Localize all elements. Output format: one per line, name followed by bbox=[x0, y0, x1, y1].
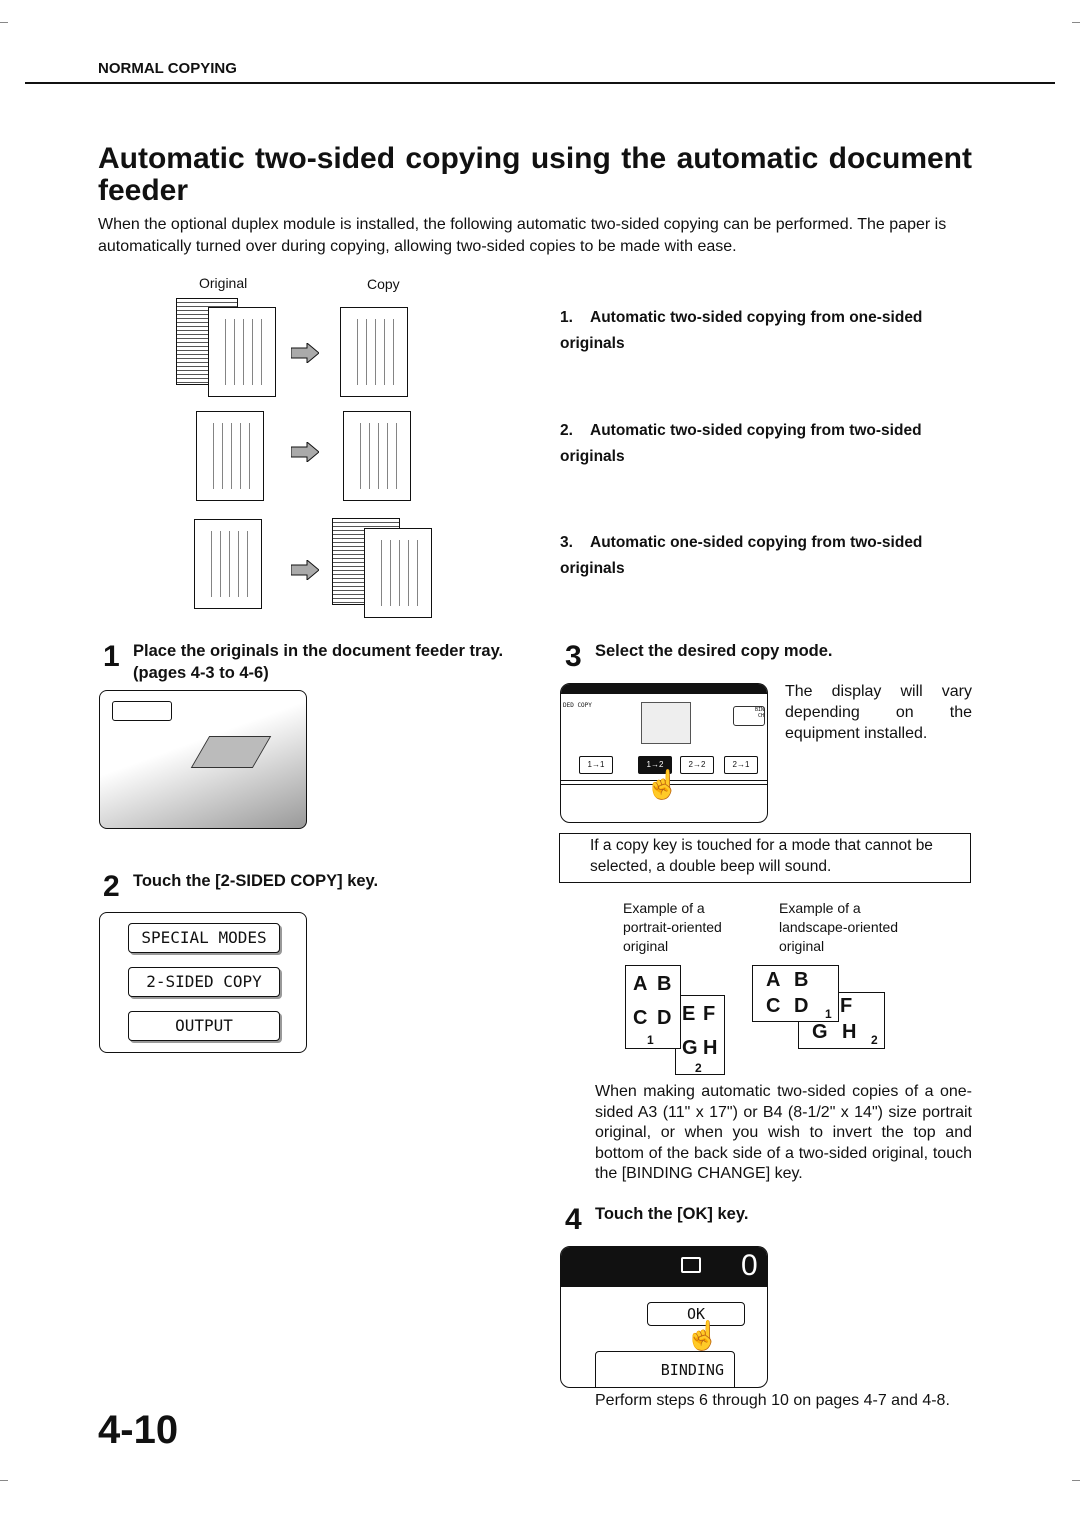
originals-stack bbox=[190, 736, 272, 768]
copy-count: 0 bbox=[741, 1249, 758, 1282]
letter: E bbox=[682, 1003, 696, 1025]
people-page-icon bbox=[194, 519, 262, 609]
header-rule bbox=[25, 82, 1055, 84]
two-sided-copy-key[interactable]: 2-SIDED COPY bbox=[128, 967, 280, 997]
side-number: 1 bbox=[825, 1007, 832, 1021]
letter: H bbox=[703, 1037, 718, 1059]
copy-label: Copy bbox=[367, 276, 400, 292]
crop-mark bbox=[0, 1480, 8, 1481]
step-title: Place the originals in the document feed… bbox=[133, 642, 504, 682]
binding-change-key[interactable]: BINDING bbox=[595, 1351, 735, 1387]
output-key[interactable]: OUTPUT bbox=[128, 1011, 280, 1041]
letter: G bbox=[682, 1037, 698, 1059]
section-header: NORMAL COPYING bbox=[98, 60, 237, 77]
letter: A bbox=[766, 969, 781, 991]
display-note: The display will vary depending on the e… bbox=[785, 683, 972, 742]
arrow-right-icon bbox=[291, 343, 319, 363]
arrow-right-icon bbox=[291, 442, 319, 462]
page-title: Automatic two-sided copying using the au… bbox=[98, 142, 972, 207]
binding-description: When making automatic two-sided copies o… bbox=[595, 1083, 972, 1182]
crop-mark bbox=[1072, 1480, 1080, 1481]
letter: F bbox=[840, 995, 853, 1017]
mode-key-1-1[interactable]: 1→1 bbox=[579, 756, 613, 774]
people-page-icon bbox=[364, 528, 432, 618]
mode-item-1: 1. Automatic two-sided copying from one-s… bbox=[560, 309, 923, 352]
document-feeder-illustration bbox=[99, 690, 307, 829]
step-number: 1 bbox=[103, 640, 120, 673]
step-title: Touch the [OK] key. bbox=[595, 1205, 749, 1223]
step-number: 3 bbox=[565, 640, 582, 673]
step-title: Select the desired copy mode. bbox=[595, 642, 833, 660]
screen-title: DED COPY bbox=[563, 702, 592, 709]
letter: C bbox=[633, 1007, 648, 1029]
screen-header-bar bbox=[561, 1247, 767, 1287]
beep-note: If a copy key is touched for a mode that… bbox=[559, 833, 971, 883]
final-instruction: Perform steps 6 through 10 on pages 4-7 … bbox=[595, 1392, 950, 1409]
pointing-hand-icon: ☝ bbox=[685, 1320, 720, 1351]
side-number: 2 bbox=[695, 1061, 702, 1075]
binding-change-key[interactable]: BIN CH bbox=[733, 706, 765, 726]
letter: D bbox=[794, 995, 809, 1017]
letter: H bbox=[842, 1021, 857, 1043]
side-number: 2 bbox=[871, 1033, 878, 1047]
portrait-example: A B C D E F G H 1 2 bbox=[625, 965, 725, 1080]
landscape-example-label: Example of a landscape-oriented original bbox=[779, 900, 899, 954]
key-panel: SPECIAL MODES 2-SIDED COPY OUTPUT bbox=[99, 912, 307, 1053]
letter: C bbox=[766, 995, 781, 1017]
copy-mode-screen: DED COPY BIN CH 1→1 1→2 2→2 2→1 ☝ bbox=[560, 683, 768, 823]
people-page-icon bbox=[196, 411, 264, 501]
letter: B bbox=[657, 973, 672, 995]
portrait-example-label: Example of a portrait-oriented original bbox=[623, 900, 722, 954]
letter: G bbox=[812, 1021, 828, 1043]
duplex-copy-icon bbox=[340, 307, 408, 397]
intro-text: When the optional duplex module is insta… bbox=[98, 216, 947, 255]
original-label: Original bbox=[199, 275, 248, 291]
special-modes-key[interactable]: SPECIAL MODES bbox=[128, 923, 280, 953]
landscape-example: A B C D F G H 1 2 bbox=[752, 965, 887, 1050]
screen-header-bar bbox=[561, 684, 767, 694]
mode-item-2: 2. Automatic two-sided copying from two-s… bbox=[560, 422, 922, 465]
letter: B bbox=[794, 969, 809, 991]
pointing-hand-icon: ☝ bbox=[645, 769, 680, 800]
manual-page: NORMAL COPYING Automatic two-sided copyi… bbox=[0, 0, 1080, 1521]
arrow-right-icon bbox=[291, 560, 319, 580]
mode-key-2-1[interactable]: 2→1 bbox=[724, 756, 758, 774]
people-page-icon bbox=[208, 307, 276, 397]
mode-key-2-2[interactable]: 2→2 bbox=[680, 756, 714, 774]
crop-mark bbox=[1072, 22, 1080, 23]
letter: A bbox=[633, 973, 648, 995]
duplex-copy-icon bbox=[343, 411, 411, 501]
letter: D bbox=[657, 1007, 672, 1029]
side-number: 1 bbox=[647, 1033, 654, 1047]
letter: F bbox=[703, 1003, 716, 1025]
step-number: 4 bbox=[565, 1203, 582, 1236]
step-number: 2 bbox=[103, 870, 120, 903]
crop-mark bbox=[0, 22, 8, 23]
feeder-guide bbox=[112, 701, 172, 721]
copy-icon bbox=[681, 1257, 701, 1273]
step-title: Touch the [2-SIDED COPY] key. bbox=[133, 872, 379, 890]
page-number: 4-10 bbox=[98, 1408, 179, 1452]
mode-item-3: 3. Automatic one-sided copying from two-s… bbox=[560, 534, 923, 577]
ok-screen: 0 OK ☝ BINDING bbox=[560, 1246, 768, 1388]
machine-icon bbox=[641, 702, 691, 744]
